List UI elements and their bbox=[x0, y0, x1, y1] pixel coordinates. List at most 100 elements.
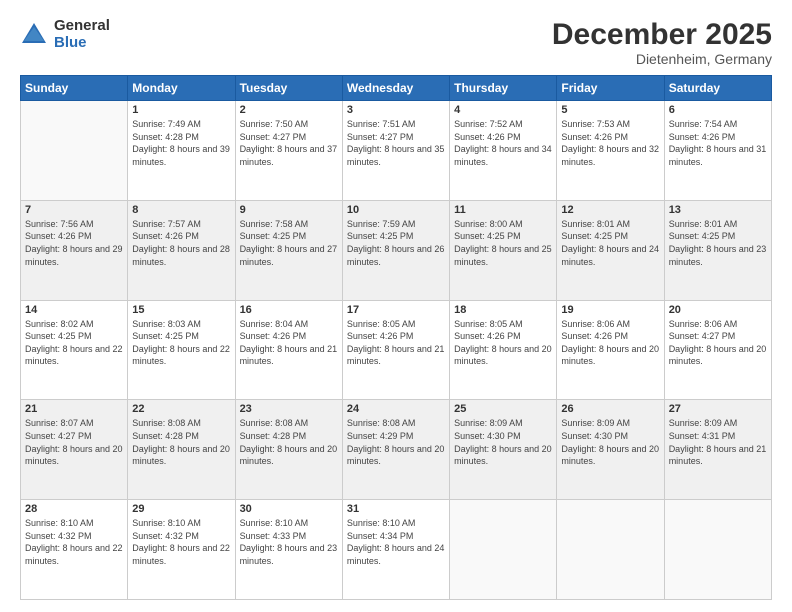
day-info: Sunrise: 7:52 AMSunset: 4:26 PMDaylight:… bbox=[454, 118, 552, 168]
table-row: 31 Sunrise: 8:10 AMSunset: 4:34 PMDayligh… bbox=[342, 500, 449, 600]
table-row: 3 Sunrise: 7:51 AMSunset: 4:27 PMDaylight… bbox=[342, 101, 449, 201]
table-row bbox=[664, 500, 771, 600]
table-row: 30 Sunrise: 8:10 AMSunset: 4:33 PMDayligh… bbox=[235, 500, 342, 600]
table-row: 29 Sunrise: 8:10 AMSunset: 4:32 PMDayligh… bbox=[128, 500, 235, 600]
day-info: Sunrise: 7:57 AMSunset: 4:26 PMDaylight:… bbox=[132, 218, 230, 268]
day-info: Sunrise: 8:01 AMSunset: 4:25 PMDaylight:… bbox=[561, 218, 659, 268]
day-info: Sunrise: 8:08 AMSunset: 4:28 PMDaylight:… bbox=[132, 417, 230, 467]
table-row: 15Sunrise: 8:03 AMSunset: 4:25 PMDayligh… bbox=[128, 300, 235, 400]
day-number: 7 bbox=[25, 204, 123, 216]
table-row: 9 Sunrise: 7:58 AMSunset: 4:25 PMDaylight… bbox=[235, 200, 342, 300]
day-info: Sunrise: 8:09 AMSunset: 4:30 PMDaylight:… bbox=[561, 417, 659, 467]
day-number: 9 bbox=[240, 204, 338, 216]
day-number: 15 bbox=[132, 304, 230, 316]
calendar-week-4: 21 Sunrise: 8:07 AMSunset: 4:27 PMDayligh… bbox=[21, 400, 772, 500]
col-friday: Friday bbox=[557, 76, 664, 101]
day-number: 28 bbox=[25, 503, 123, 515]
table-row: 10Sunrise: 7:59 AMSunset: 4:25 PMDayligh… bbox=[342, 200, 449, 300]
calendar-week-3: 14 Sunrise: 8:02 AMSunset: 4:25 PMDayligh… bbox=[21, 300, 772, 400]
day-info: Sunrise: 7:49 AMSunset: 4:28 PMDaylight:… bbox=[132, 118, 230, 168]
day-number: 11 bbox=[454, 204, 552, 216]
day-number: 3 bbox=[347, 104, 445, 116]
col-saturday: Saturday bbox=[664, 76, 771, 101]
table-row: 2 Sunrise: 7:50 AMSunset: 4:27 PMDaylight… bbox=[235, 101, 342, 201]
day-info: Sunrise: 8:08 AMSunset: 4:28 PMDaylight:… bbox=[240, 417, 338, 467]
calendar-header-row: Sunday Monday Tuesday Wednesday Thursday… bbox=[21, 76, 772, 101]
table-row bbox=[557, 500, 664, 600]
table-row: 19 Sunrise: 8:06 AMSunset: 4:26 PMDayligh… bbox=[557, 300, 664, 400]
table-row bbox=[21, 101, 128, 201]
day-info: Sunrise: 7:59 AMSunset: 4:25 PMDaylight:… bbox=[347, 218, 445, 268]
day-info: Sunrise: 7:58 AMSunset: 4:25 PMDaylight:… bbox=[240, 218, 338, 268]
col-thursday: Thursday bbox=[450, 76, 557, 101]
day-info: Sunrise: 7:53 AMSunset: 4:26 PMDaylight:… bbox=[561, 118, 659, 168]
day-info: Sunrise: 8:00 AMSunset: 4:25 PMDaylight:… bbox=[454, 218, 552, 268]
day-info: Sunrise: 8:09 AMSunset: 4:31 PMDaylight:… bbox=[669, 417, 767, 467]
day-number: 8 bbox=[132, 204, 230, 216]
table-row: 5Sunrise: 7:53 AMSunset: 4:26 PMDaylight… bbox=[557, 101, 664, 201]
table-row: 14 Sunrise: 8:02 AMSunset: 4:25 PMDayligh… bbox=[21, 300, 128, 400]
day-number: 13 bbox=[669, 204, 767, 216]
day-info: Sunrise: 7:54 AMSunset: 4:26 PMDaylight:… bbox=[669, 118, 767, 168]
day-number: 18 bbox=[454, 304, 552, 316]
col-sunday: Sunday bbox=[21, 76, 128, 101]
table-row: 4 Sunrise: 7:52 AMSunset: 4:26 PMDaylight… bbox=[450, 101, 557, 201]
day-info: Sunrise: 8:07 AMSunset: 4:27 PMDaylight:… bbox=[25, 417, 123, 467]
table-row: 21 Sunrise: 8:07 AMSunset: 4:27 PMDayligh… bbox=[21, 400, 128, 500]
day-number: 2 bbox=[240, 104, 338, 116]
day-number: 14 bbox=[25, 304, 123, 316]
table-row: 20Sunrise: 8:06 AMSunset: 4:27 PMDayligh… bbox=[664, 300, 771, 400]
calendar-week-5: 28 Sunrise: 8:10 AMSunset: 4:32 PMDayligh… bbox=[21, 500, 772, 600]
table-row: 24Sunrise: 8:08 AMSunset: 4:29 PMDayligh… bbox=[342, 400, 449, 500]
day-info: Sunrise: 8:10 AMSunset: 4:32 PMDaylight:… bbox=[132, 517, 230, 567]
page: General Blue December 2025 Dietenheim, G… bbox=[0, 0, 792, 612]
day-info: Sunrise: 7:56 AMSunset: 4:26 PMDaylight:… bbox=[25, 218, 123, 268]
table-row: 8 Sunrise: 7:57 AMSunset: 4:26 PMDaylight… bbox=[128, 200, 235, 300]
logo-icon bbox=[20, 21, 48, 49]
logo-general-text: General bbox=[54, 18, 110, 35]
day-number: 23 bbox=[240, 403, 338, 415]
table-row: 23 Sunrise: 8:08 AMSunset: 4:28 PMDayligh… bbox=[235, 400, 342, 500]
day-info: Sunrise: 7:51 AMSunset: 4:27 PMDaylight:… bbox=[347, 118, 445, 168]
day-number: 29 bbox=[132, 503, 230, 515]
day-number: 19 bbox=[561, 304, 659, 316]
day-number: 1 bbox=[132, 104, 230, 116]
col-wednesday: Wednesday bbox=[342, 76, 449, 101]
table-row: 13 Sunrise: 8:01 AMSunset: 4:25 PMDayligh… bbox=[664, 200, 771, 300]
day-number: 26 bbox=[561, 403, 659, 415]
table-row: 1 Sunrise: 7:49 AMSunset: 4:28 PMDaylight… bbox=[128, 101, 235, 201]
table-row: 16Sunrise: 8:04 AMSunset: 4:26 PMDayligh… bbox=[235, 300, 342, 400]
day-info: Sunrise: 8:02 AMSunset: 4:25 PMDaylight:… bbox=[25, 318, 123, 368]
table-row: 11 Sunrise: 8:00 AMSunset: 4:25 PMDayligh… bbox=[450, 200, 557, 300]
day-info: Sunrise: 8:06 AMSunset: 4:26 PMDaylight:… bbox=[561, 318, 659, 368]
logo-blue-text: Blue bbox=[54, 35, 110, 52]
table-row bbox=[450, 500, 557, 600]
col-tuesday: Tuesday bbox=[235, 76, 342, 101]
table-row: 27Sunrise: 8:09 AMSunset: 4:31 PMDayligh… bbox=[664, 400, 771, 500]
day-number: 30 bbox=[240, 503, 338, 515]
logo: General Blue bbox=[20, 18, 110, 51]
table-row: 22 Sunrise: 8:08 AMSunset: 4:28 PMDayligh… bbox=[128, 400, 235, 500]
day-number: 21 bbox=[25, 403, 123, 415]
table-row: 12 Sunrise: 8:01 AMSunset: 4:25 PMDayligh… bbox=[557, 200, 664, 300]
day-number: 20 bbox=[669, 304, 767, 316]
day-info: Sunrise: 8:04 AMSunset: 4:26 PMDaylight:… bbox=[240, 318, 338, 368]
day-number: 6 bbox=[669, 104, 767, 116]
day-info: Sunrise: 8:10 AMSunset: 4:33 PMDaylight:… bbox=[240, 517, 338, 567]
day-number: 12 bbox=[561, 204, 659, 216]
day-number: 17 bbox=[347, 304, 445, 316]
title-block: December 2025 Dietenheim, Germany bbox=[552, 18, 772, 67]
day-number: 4 bbox=[454, 104, 552, 116]
day-info: Sunrise: 8:05 AMSunset: 4:26 PMDaylight:… bbox=[454, 318, 552, 368]
main-title: December 2025 bbox=[552, 18, 772, 51]
day-number: 31 bbox=[347, 503, 445, 515]
day-info: Sunrise: 8:10 AMSunset: 4:34 PMDaylight:… bbox=[347, 517, 445, 567]
calendar-week-2: 7 Sunrise: 7:56 AMSunset: 4:26 PMDaylight… bbox=[21, 200, 772, 300]
day-info: Sunrise: 8:09 AMSunset: 4:30 PMDaylight:… bbox=[454, 417, 552, 467]
day-number: 24 bbox=[347, 403, 445, 415]
table-row: 25Sunrise: 8:09 AMSunset: 4:30 PMDayligh… bbox=[450, 400, 557, 500]
day-number: 22 bbox=[132, 403, 230, 415]
day-info: Sunrise: 8:01 AMSunset: 4:25 PMDaylight:… bbox=[669, 218, 767, 268]
calendar-week-1: 1 Sunrise: 7:49 AMSunset: 4:28 PMDaylight… bbox=[21, 101, 772, 201]
day-info: Sunrise: 7:50 AMSunset: 4:27 PMDaylight:… bbox=[240, 118, 338, 168]
